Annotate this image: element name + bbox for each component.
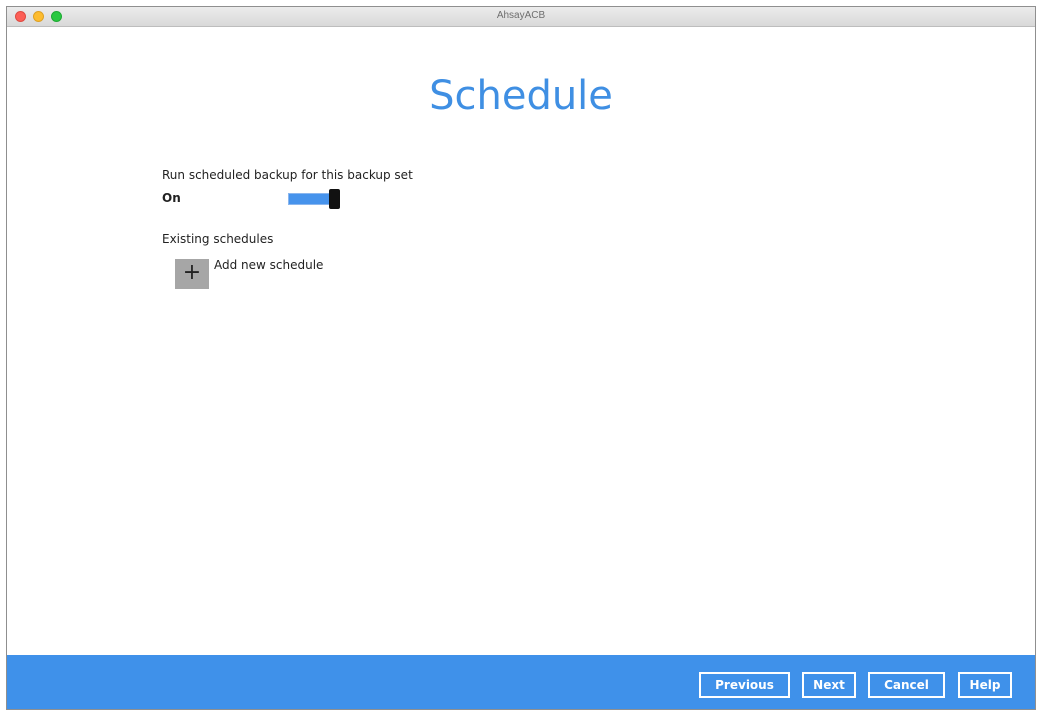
plus-icon: + — [182, 260, 202, 285]
cancel-button[interactable]: Cancel — [868, 672, 945, 698]
schedule-state-label: On — [162, 191, 181, 205]
run-scheduled-backup-label: Run scheduled backup for this backup set — [162, 168, 413, 182]
window-title: AhsayACB — [496, 10, 546, 21]
next-button[interactable]: Next — [802, 672, 856, 698]
toggle-track — [288, 193, 334, 205]
existing-schedules-label: Existing schedules — [162, 232, 274, 246]
page-title: Schedule — [429, 73, 613, 119]
add-new-schedule-link[interactable]: Add new schedule — [214, 258, 323, 272]
footer-bar: Previous Next Cancel Help — [7, 655, 1035, 709]
title-bar: AhsayACB — [7, 7, 1035, 27]
scheduled-backup-toggle[interactable] — [288, 189, 340, 209]
toggle-knob — [329, 189, 340, 209]
help-button[interactable]: Help — [958, 672, 1012, 698]
add-schedule-button[interactable]: + — [175, 259, 209, 289]
app-window: AhsayACB Schedule Run scheduled backup f… — [6, 6, 1036, 710]
previous-button[interactable]: Previous — [699, 672, 790, 698]
